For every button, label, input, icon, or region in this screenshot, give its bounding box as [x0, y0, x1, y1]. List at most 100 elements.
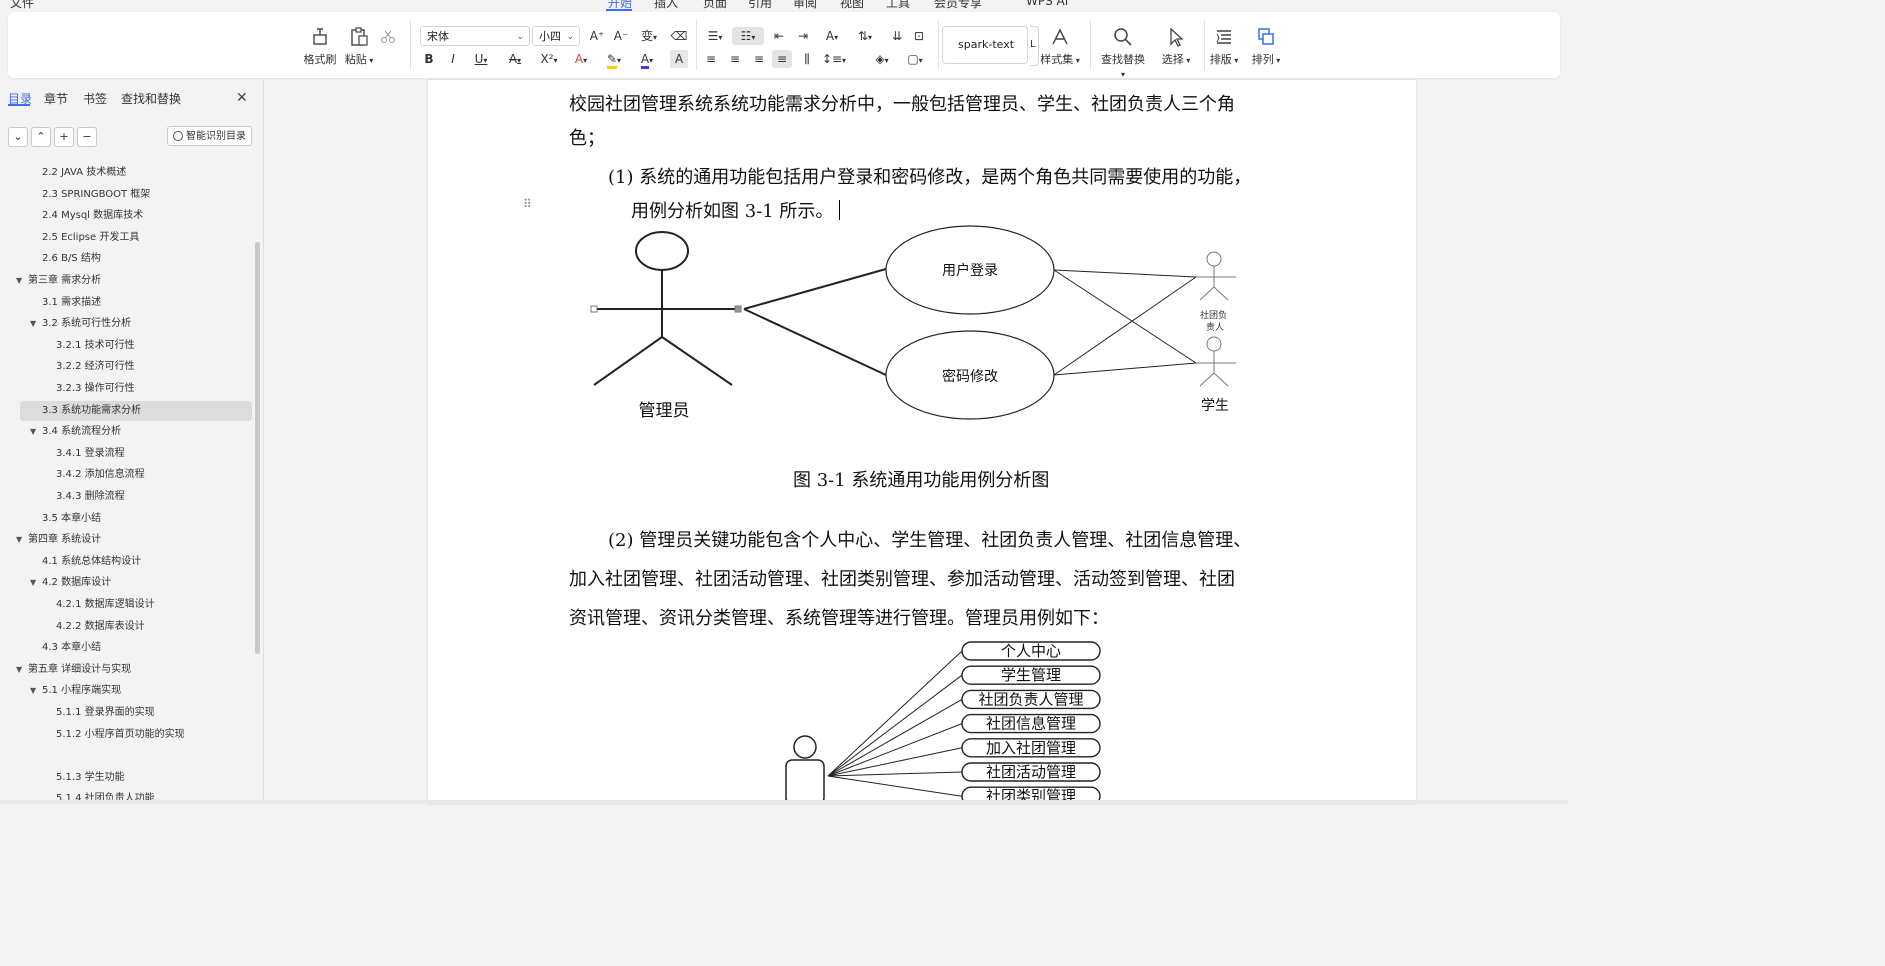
smart-toc-button[interactable]: 智能识别目录: [167, 126, 252, 146]
toc-item[interactable]: 2.3 SPRINGBOOT 框架: [0, 185, 252, 205]
caret-down-icon[interactable]: ▼: [30, 573, 36, 593]
char-shading-icon[interactable]: A: [670, 50, 688, 68]
menu-tools[interactable]: 工具: [886, 0, 910, 11]
toc-item[interactable]: 3.4.1 登录流程: [0, 444, 252, 464]
toc-item[interactable]: 第四章 系统设计 ▼: [0, 530, 252, 550]
menu-insert[interactable]: 插入: [654, 0, 678, 11]
grow-font-icon[interactable]: A⁺: [588, 27, 606, 45]
toc-item[interactable]: 5.1.1 登录界面的实现: [0, 703, 252, 723]
layout-button[interactable]: 排版 ▾: [1206, 26, 1242, 67]
find-replace-button[interactable]: 查找替换 ▾: [1098, 26, 1148, 80]
menu-member[interactable]: 会员专享: [934, 0, 982, 11]
toc-item[interactable]: 2.5 Eclipse 开发工具: [0, 228, 252, 248]
document-page[interactable]: 校园社团管理系统系统功能需求分析中，一般包括管理员、学生、社团负责人三个角 色；…: [428, 80, 1416, 804]
toc-item[interactable]: 4.1 系统总体结构设计: [0, 552, 252, 572]
toc-item[interactable]: 3.4.3 删除流程: [0, 487, 252, 507]
toc-item[interactable]: 4.2.1 数据库逻辑设计: [0, 595, 252, 615]
menu-review[interactable]: 审阅: [793, 0, 817, 11]
menu-wps-ai[interactable]: WPS AI: [1026, 0, 1068, 8]
expand-up-button[interactable]: ⌃: [31, 127, 51, 147]
toc-item[interactable]: 3.5 本章小结: [0, 509, 252, 529]
line-spacing-icon[interactable]: ↕≡▾: [820, 50, 848, 68]
italic-icon[interactable]: I: [444, 50, 462, 68]
font-name-select[interactable]: 宋体 ⌄: [420, 26, 530, 46]
selection-handle[interactable]: [590, 305, 598, 313]
bullet-list-icon[interactable]: ☰▾: [702, 27, 728, 45]
nav-scrollbar[interactable]: [255, 242, 260, 654]
tab-chapters[interactable]: 章节: [44, 90, 68, 107]
toc-item[interactable]: [0, 746, 252, 766]
toc-item[interactable]: 5.1.2 小程序首页功能的实现: [0, 725, 252, 745]
toc-item[interactable]: 2.4 Mysql 数据库技术: [0, 206, 252, 226]
collapse-all-button[interactable]: ⌄: [8, 127, 28, 147]
align-left-icon[interactable]: ≡: [702, 50, 720, 68]
caret-down-icon[interactable]: ▼: [30, 422, 36, 442]
strikethrough-icon[interactable]: A▾: [502, 50, 528, 68]
sort-az-icon[interactable]: ⇊: [888, 27, 906, 45]
cut-icon[interactable]: [380, 28, 396, 44]
menu-page[interactable]: 页面: [703, 0, 727, 11]
distribute-icon[interactable]: ⫼: [798, 50, 816, 68]
select-button[interactable]: 选择 ▾: [1156, 26, 1196, 67]
decrease-indent-icon[interactable]: ⇤: [770, 27, 788, 45]
selection-handle[interactable]: [734, 305, 742, 313]
toc-item[interactable]: 第五章 详细设计与实现 ▼: [0, 660, 252, 680]
show-marks-icon[interactable]: ⊡: [910, 27, 928, 45]
caret-down-icon[interactable]: ▼: [16, 660, 22, 680]
drag-handle-icon[interactable]: ⠿: [523, 197, 532, 211]
caret-down-icon[interactable]: ▼: [30, 681, 36, 701]
toc-item[interactable]: 3.4 系统流程分析 ▼: [0, 422, 252, 442]
font-color-icon[interactable]: A▾: [634, 50, 660, 69]
phonetic-guide-icon[interactable]: 变▾: [636, 27, 662, 45]
border-icon[interactable]: ▢▾: [902, 50, 928, 68]
use-case-diagram-admin[interactable]: 个人中心学生管理社团负责人管理社团信息管理加入社团管理社团活动管理社团类别管理: [778, 636, 1108, 804]
sort-icon[interactable]: ⇅▾: [852, 27, 878, 45]
toc-item[interactable]: 3.2.2 经济可行性: [0, 357, 252, 377]
highlight-icon[interactable]: ✎▾: [600, 50, 628, 69]
align-center-icon[interactable]: ≡: [726, 50, 744, 68]
superscript-icon[interactable]: X²▾: [536, 50, 562, 68]
increase-indent-icon[interactable]: ⇥: [794, 27, 812, 45]
align-right-icon[interactable]: ≡: [750, 50, 768, 68]
toc-item[interactable]: 3.1 需求描述: [0, 293, 252, 313]
caret-down-icon[interactable]: ▼: [16, 271, 22, 291]
numbered-list-icon[interactable]: ☷▾: [732, 27, 764, 45]
toc-item[interactable]: 3.4.2 添加信息流程: [0, 465, 252, 485]
menu-file[interactable]: 文件: [10, 0, 34, 11]
toc-item[interactable]: 5.1 小程序端实现 ▼: [0, 681, 252, 701]
clear-format-icon[interactable]: ⌫: [670, 27, 688, 45]
tab-find-replace[interactable]: 查找和替换: [121, 90, 181, 107]
toc-item[interactable]: 3.2 系统可行性分析 ▼: [0, 314, 252, 334]
caret-down-icon[interactable]: ▼: [16, 530, 22, 550]
style-gallery-item[interactable]: spark-text: [942, 26, 1028, 64]
format-painter-button[interactable]: 格式刷: [302, 26, 338, 67]
toc-item[interactable]: 第三章 需求分析 ▼: [0, 271, 252, 291]
shading-icon[interactable]: ◈▾: [868, 50, 896, 68]
add-heading-button[interactable]: +: [54, 127, 74, 147]
bold-icon[interactable]: B: [420, 50, 438, 68]
underline-icon[interactable]: U▾: [468, 50, 494, 68]
arrange-button[interactable]: 排列 ▾: [1246, 26, 1286, 67]
justify-icon[interactable]: ≡: [772, 50, 792, 68]
font-size-select[interactable]: 小四 ⌄: [532, 26, 580, 46]
remove-heading-button[interactable]: −: [77, 127, 97, 147]
toc-item[interactable]: 2.2 JAVA 技术概述: [0, 163, 252, 183]
shrink-font-icon[interactable]: A⁻: [612, 27, 630, 45]
toc-item[interactable]: 4.3 本章小结: [0, 638, 252, 658]
toc-item[interactable]: 3.3 系统功能需求分析: [20, 400, 252, 421]
paste-button[interactable]: 粘贴 ▾: [342, 26, 376, 67]
text-direction-icon[interactable]: A▾: [818, 27, 846, 45]
close-icon[interactable]: ✕: [236, 90, 248, 106]
style-set-button[interactable]: 样式集 ▾: [1038, 26, 1082, 67]
menu-view[interactable]: 视图: [840, 0, 864, 11]
toc-item[interactable]: 4.2.2 数据库表设计: [0, 617, 252, 637]
toc-item[interactable]: 3.2.3 操作可行性: [0, 379, 252, 399]
caret-down-icon[interactable]: ▼: [30, 314, 36, 334]
use-case-diagram-general[interactable]: 管理员 用户登录 密码修改 社团负 责人 学生: [588, 225, 1288, 425]
text-effect-icon[interactable]: A▾: [568, 50, 594, 68]
menu-reference[interactable]: 引用: [748, 0, 772, 11]
toc-item[interactable]: 5.1.3 学生功能: [0, 768, 252, 788]
toc-item[interactable]: 2.6 B/S 结构: [0, 249, 252, 269]
tab-bookmarks[interactable]: 书签: [83, 90, 107, 107]
toc-item[interactable]: 3.2.1 技术可行性: [0, 336, 252, 356]
